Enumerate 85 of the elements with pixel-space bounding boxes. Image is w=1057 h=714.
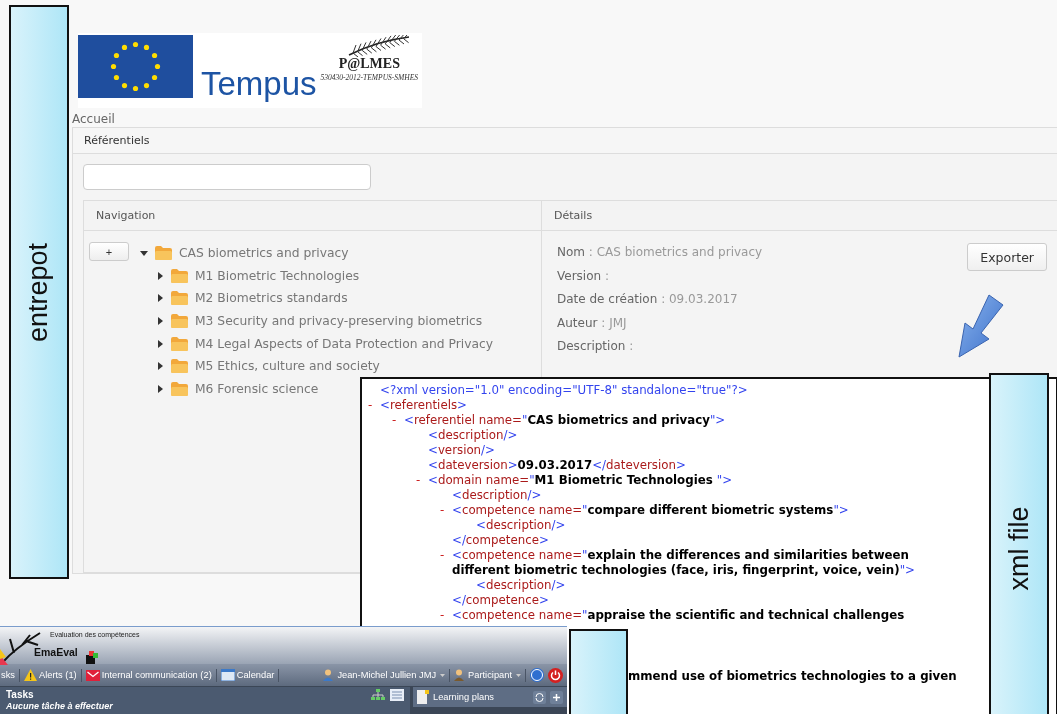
caret-right-icon[interactable]: [156, 384, 164, 393]
collapse-toggle[interactable]: -: [392, 413, 404, 428]
role-menu[interactable]: Participant: [468, 670, 512, 680]
xml-line: <competence name="explain the differences and similarities between different biometric technologies (face, iris, fingerprint, voice, vein)">: [452, 548, 916, 578]
xml-line: </competence>: [452, 533, 549, 548]
xml-line: </competence>: [452, 593, 549, 608]
xml-line: <referentiel name="CAS biometrics and privacy">: [404, 413, 726, 428]
toolbar-item[interactable]: Internal communication (2): [85, 669, 212, 681]
collapse-toggle[interactable]: -: [440, 548, 452, 578]
toolbar-item[interactable]: sks: [1, 670, 15, 680]
xml-line: <description/>: [476, 578, 566, 593]
tree-item[interactable]: M5 Ethics, culture and society: [195, 359, 380, 374]
collapse-toggle[interactable]: -: [368, 398, 380, 413]
calendar-icon: [220, 669, 235, 681]
caret-right-icon[interactable]: [156, 317, 164, 326]
eu-flag-icon: [78, 35, 193, 98]
xml-line: <description/>: [452, 488, 542, 503]
mail-icon: [85, 669, 100, 681]
xml-line: mmend use of biometrics technologies to a given: [628, 669, 957, 683]
caret-down-icon: [440, 673, 446, 677]
xml-line: <?xml version="1.0" encoding="UTF-8" standalone="true"?>: [380, 383, 748, 398]
caret-down-icon[interactable]: [140, 249, 148, 258]
detail-field: Date de création : 09.03.2017: [557, 288, 763, 312]
tree-item[interactable]: M3 Security and privacy-preserving biometrics: [195, 314, 483, 329]
folder-icon: [171, 291, 188, 306]
xml-line: <description/>: [476, 518, 566, 533]
tree-item[interactable]: M2 Biometrics standards: [195, 291, 348, 306]
xml-line: <competence name="compare different biometric systems">: [452, 503, 849, 518]
logo-text: Tempus: [201, 65, 317, 103]
detail-field: Auteur : JMJ: [557, 311, 763, 336]
user-icon: [323, 669, 334, 681]
caret-down-icon: [516, 673, 521, 677]
app-name: EmaEval: [34, 646, 78, 658]
toolbar-item[interactable]: Calendar: [220, 669, 275, 681]
column-header: Navigation: [96, 209, 156, 222]
breadcrumb-link[interactable]: Accueil: [72, 112, 115, 126]
caret-right-icon[interactable]: [156, 271, 164, 280]
warning-icon: [23, 669, 37, 681]
xml-line: <referentiels>: [380, 398, 467, 413]
folder-icon: [171, 268, 188, 283]
xml-line: <competence name="appraise the scientific and technical challenges: [452, 608, 905, 623]
column-header: Détails: [554, 209, 593, 222]
panel-title: Learning plans: [433, 692, 494, 702]
help-icon[interactable]: [530, 668, 544, 682]
panel-title: Référentiels: [84, 134, 150, 147]
user-menu[interactable]: Jean-Michel Jullien JMJ: [337, 670, 437, 680]
hierarchy-icon[interactable]: [371, 689, 385, 701]
annotation-label: xml file: [989, 373, 1049, 714]
folder-icon: [171, 336, 188, 351]
tree-item[interactable]: CAS biometrics and privacy: [179, 246, 349, 261]
add-button[interactable]: +: [89, 242, 129, 261]
xml-line: <description/>: [428, 428, 518, 443]
refresh-icon[interactable]: [533, 690, 546, 704]
palm-leaf-icon: [347, 35, 412, 57]
xml-line: <version/>: [428, 443, 495, 458]
caret-right-icon[interactable]: [156, 294, 164, 303]
folder-icon: [155, 246, 172, 261]
book-icon: [417, 690, 429, 704]
color-cube-icon: [86, 651, 98, 664]
folder-icon: [171, 359, 188, 374]
tree-item[interactable]: M1 Biometric Technologies: [195, 268, 360, 283]
toolbar-item[interactable]: Alerts (1): [23, 669, 77, 681]
logo-text: P@LMES: [338, 57, 400, 71]
collapse-toggle[interactable]: -: [440, 608, 452, 623]
panel-title: Tasks: [6, 689, 35, 701]
xml-line: <domain name="M1 Biometric Technologies ">: [428, 473, 733, 488]
detail-field: Version :: [557, 264, 763, 289]
detail-field: Nom : CAS biometrics and privacy: [557, 241, 763, 265]
folder-icon: [171, 381, 188, 396]
folder-icon: [171, 314, 188, 329]
tree-item[interactable]: M6 Forensic science: [195, 381, 319, 396]
detail-field: Description :: [557, 335, 763, 359]
empty-message: Aucune tâche à effectuer: [6, 701, 114, 712]
add-icon[interactable]: [550, 690, 563, 704]
xml-line: <dateversion>09.03.2017</dateversion>: [428, 458, 686, 473]
caret-right-icon[interactable]: [156, 362, 164, 371]
export-button[interactable]: Exporter: [967, 243, 1047, 271]
annotation-label: entrepot: [9, 5, 69, 579]
tree-item[interactable]: M4 Legal Aspects of Data Protection and Privacy: [195, 336, 493, 351]
power-icon[interactable]: [548, 667, 563, 683]
caret-right-icon[interactable]: [156, 339, 164, 348]
collapse-toggle[interactable]: -: [440, 503, 452, 518]
search-field[interactable]: [83, 164, 371, 190]
user-icon: [454, 669, 465, 681]
collapse-toggle[interactable]: -: [416, 473, 428, 488]
